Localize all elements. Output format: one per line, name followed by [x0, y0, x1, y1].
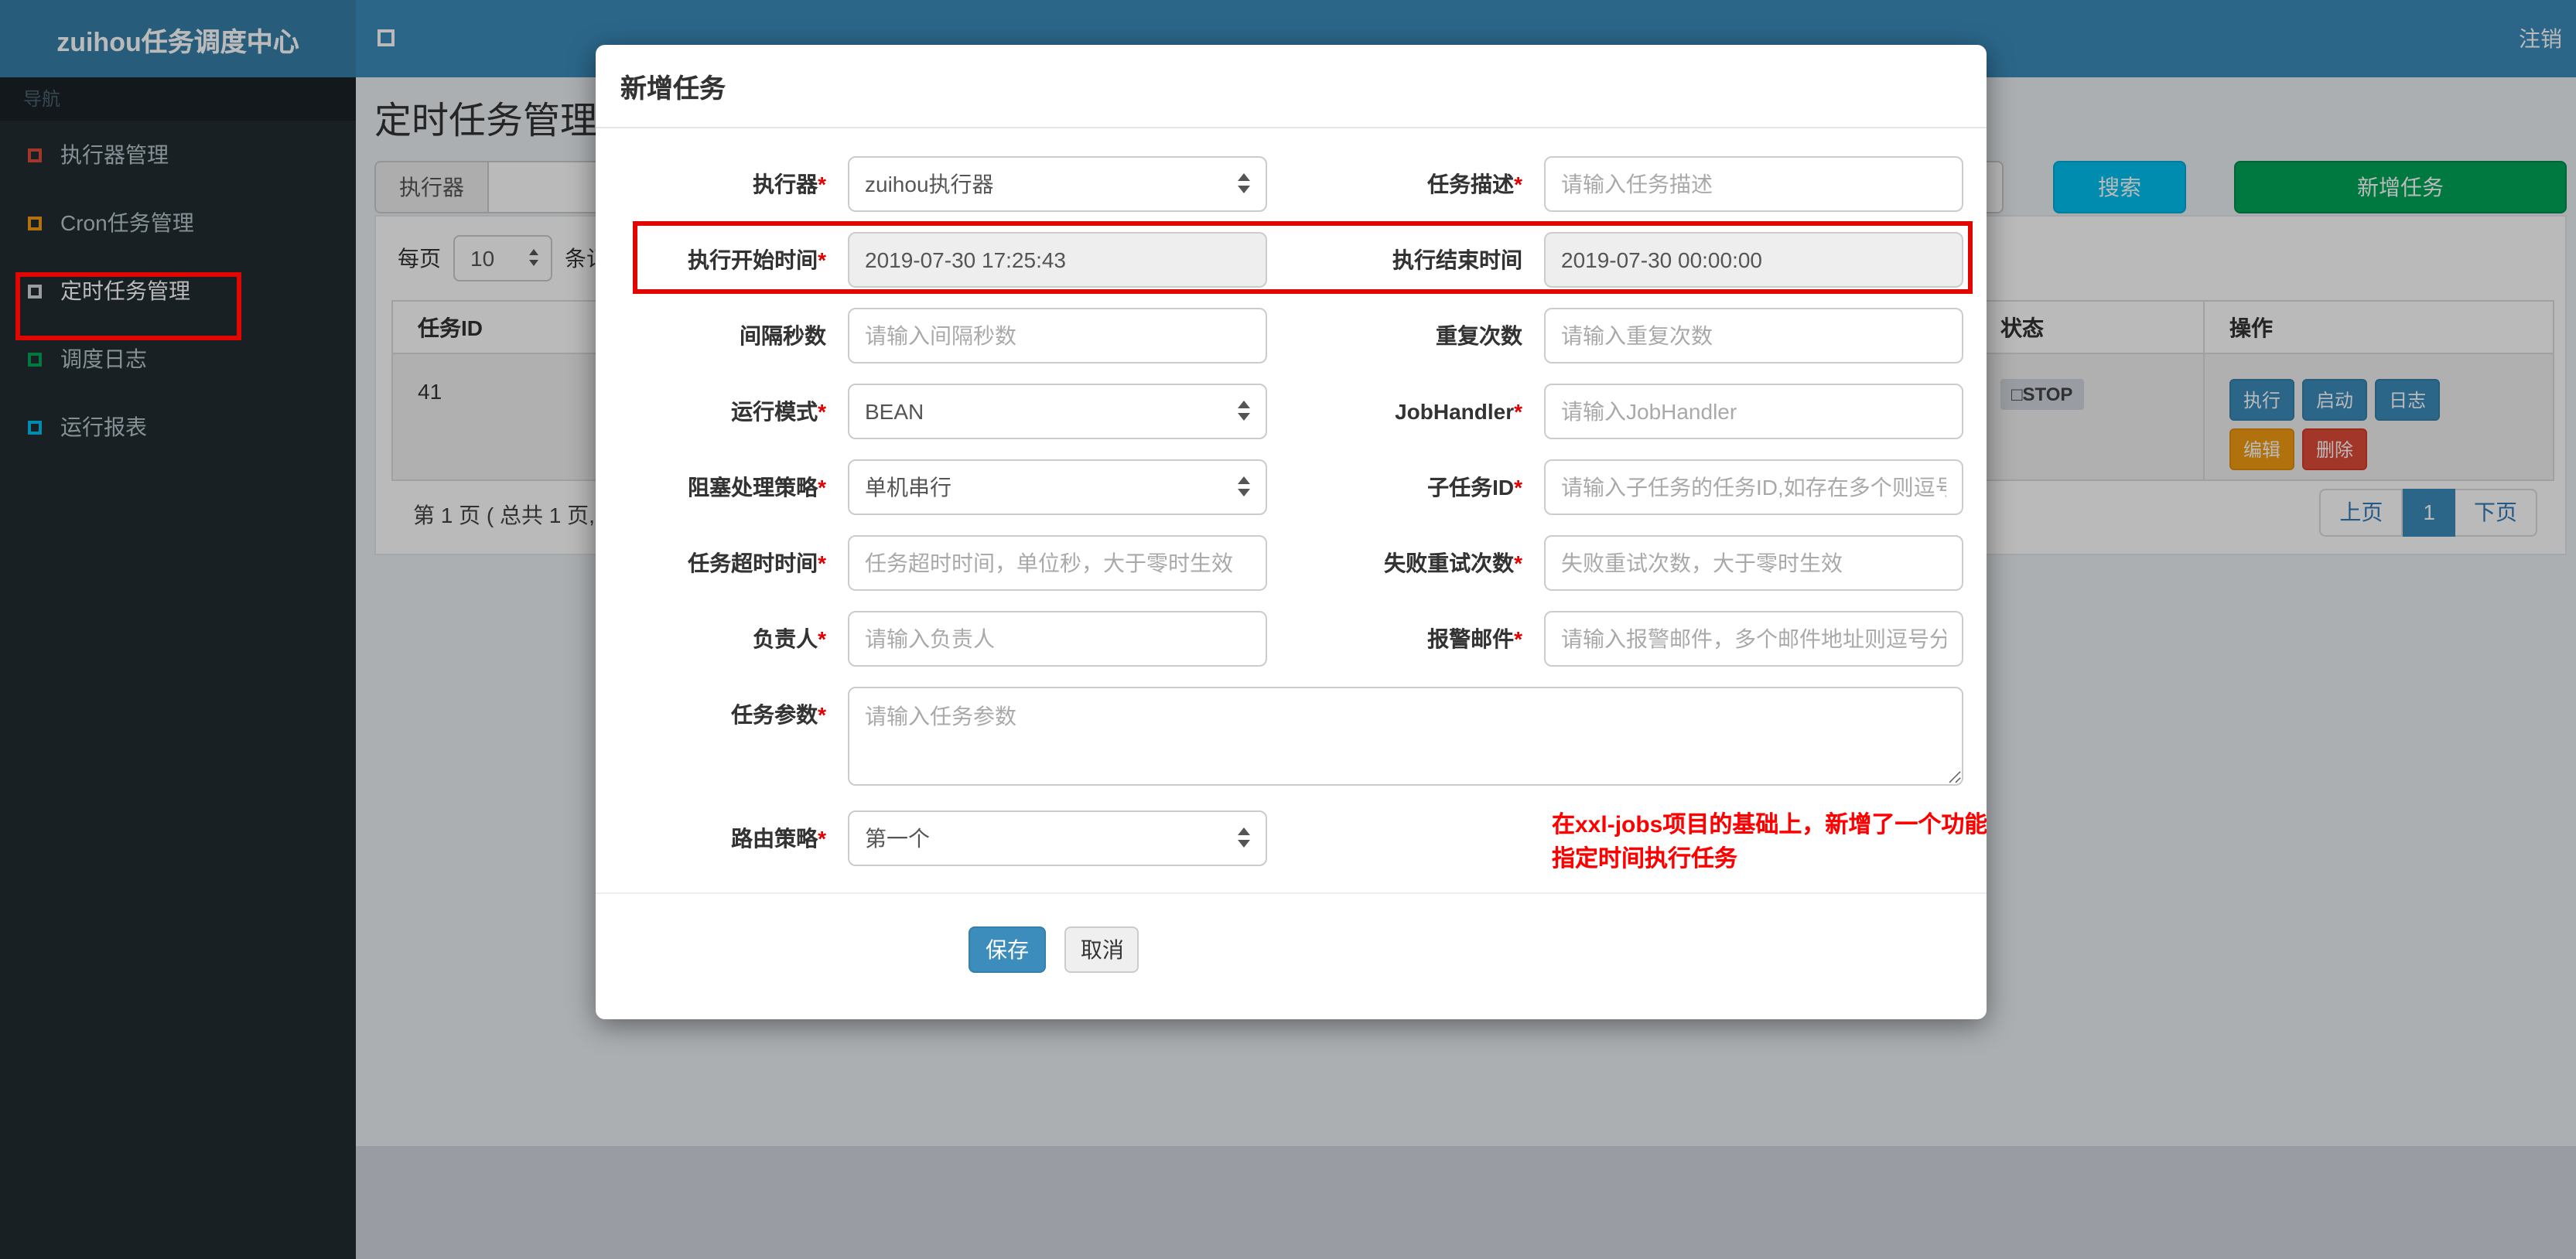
modal-title: 新增任务 [620, 74, 726, 104]
job-param-textarea[interactable] [848, 687, 1963, 786]
alarm-email-label: 报警邮件* [1427, 626, 1522, 651]
run-mode-label: 运行模式* [731, 399, 826, 424]
interval-input[interactable] [848, 308, 1267, 363]
start-time-input[interactable] [848, 232, 1267, 288]
end-time-label: 执行结束时间 [1392, 247, 1522, 272]
save-button[interactable]: 保存 [969, 926, 1046, 973]
cancel-button[interactable]: 取消 [1064, 926, 1139, 973]
select-caret-icon [1238, 173, 1250, 193]
repeat-count-label: 重复次数 [1436, 323, 1522, 348]
retry-count-label: 失败重试次数* [1384, 551, 1522, 575]
app-root: zuihou任务调度中心 导航 执行器管理 Cron任务管理 定时任务管理 调度… [0, 0, 2576, 1259]
alarm-email-input[interactable] [1544, 611, 1963, 667]
route-strategy-select[interactable]: 第一个 [848, 810, 1267, 866]
start-time-label: 执行开始时间* [688, 247, 826, 272]
repeat-count-input[interactable] [1544, 308, 1963, 363]
run-mode-select-value: BEAN [865, 399, 924, 424]
owner-input[interactable] [848, 611, 1267, 667]
executor-label: 执行器* [753, 172, 826, 196]
select-caret-icon [1238, 401, 1250, 421]
route-strategy-label: 路由策略* [731, 826, 826, 851]
executor-select-value: zuihou执行器 [865, 172, 994, 196]
block-strategy-select-value: 单机串行 [865, 475, 951, 500]
child-job-input[interactable] [1544, 459, 1963, 515]
jobhandler-label: JobHandler* [1395, 399, 1522, 424]
executor-select[interactable]: zuihou执行器 [848, 156, 1267, 212]
select-caret-icon [1238, 476, 1250, 496]
modal-body: 执行器* zuihou执行器 任务描述* 执行开始时间* 执行结束时间 间隔秒数… [596, 128, 1987, 866]
modal-header: 新增任务 [596, 45, 1987, 128]
interval-label: 间隔秒数 [740, 323, 826, 348]
job-desc-input[interactable] [1544, 156, 1963, 212]
timeout-label: 任务超时时间* [688, 551, 826, 575]
retry-count-input[interactable] [1544, 535, 1963, 591]
select-caret-icon [1238, 827, 1250, 848]
owner-label: 负责人* [753, 626, 826, 651]
job-param-label: 任务参数* [731, 702, 826, 727]
route-strategy-select-value: 第一个 [865, 826, 930, 851]
end-time-input[interactable] [1544, 232, 1963, 288]
block-strategy-label: 阻塞处理策略* [688, 475, 826, 500]
timeout-input[interactable] [848, 535, 1267, 591]
block-strategy-select[interactable]: 单机串行 [848, 459, 1267, 515]
annotation-note-line1: 在xxl-jobs项目的基础上，新增了一个功能： [1552, 812, 1987, 838]
annotation-note-line2: 指定时间执行任务 [1552, 846, 1738, 872]
annotation-note: 在xxl-jobs项目的基础上，新增了一个功能： 指定时间执行任务 [1552, 809, 1987, 877]
child-job-label: 子任务ID* [1427, 475, 1522, 500]
jobhandler-input[interactable] [1544, 384, 1963, 439]
add-job-modal: 新增任务 执行器* zuihou执行器 任务描述* 执行开始时间* 执行结束时间… [596, 45, 1987, 1019]
job-desc-label: 任务描述* [1427, 172, 1522, 196]
run-mode-select[interactable]: BEAN [848, 384, 1267, 439]
modal-footer: 保存 取消 [596, 892, 1987, 973]
